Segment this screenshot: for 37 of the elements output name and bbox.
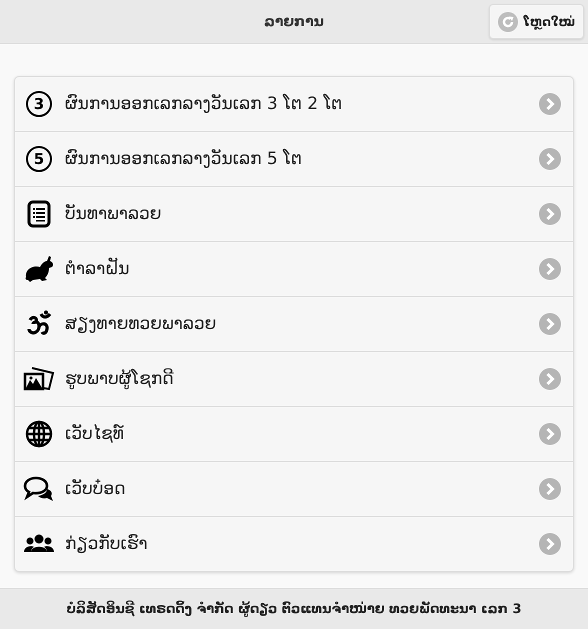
menu-item[interactable]: ຮູບພາບຜູ້ໂຊກດີ xyxy=(15,352,573,407)
menu-item-label: ຮູບພາບຜູ້ໂຊກດີ xyxy=(65,369,175,389)
menu-item-label: ກ່ຽວກັບເຮົາ xyxy=(65,534,149,554)
menu-item-label: ບັນທາພາລວຍ xyxy=(65,204,162,224)
menu-item-label: ເວັບໄຊທ໌ xyxy=(65,424,125,444)
chevron-icon xyxy=(539,368,561,390)
menu-item-label: ເວັບບ໋ອດ xyxy=(65,479,127,499)
menu-item-label: ຕຳລາຝັນ xyxy=(65,259,131,279)
menu-item-label: ຜົນການອອກເລກລາງວັນເລກ 5 ໂຕ xyxy=(65,149,303,169)
menu-item[interactable]: ສຽງທາຍທວຍພາລວຍ xyxy=(15,297,573,352)
chat-icon xyxy=(23,475,55,503)
chevron-icon xyxy=(539,148,561,170)
menu-item-label: ສຽງທາຍທວຍພາລວຍ xyxy=(65,314,218,334)
reload-button[interactable]: ໂຫຼດໃໝ່ xyxy=(488,4,584,39)
number-badge: 5 xyxy=(26,146,52,172)
menu-item[interactable]: 3 ຜົນການອອກເລກລາງວັນເລກ 3 ໂຕ 2 ໂຕ xyxy=(15,77,573,132)
chevron-icon xyxy=(539,478,561,500)
footer-text: ບໍລິສັດອິນຊີ ເທຣດດິ້ງ ຈຳກັດ ຜູ້ດຽວ ຕົວແທນຈຳໜ່າຍ ທວຍພັດທະນາ ເລກ 3 xyxy=(66,602,522,616)
chevron-icon xyxy=(539,258,561,280)
number-badge: 3 xyxy=(26,91,52,117)
menu-item[interactable]: ຕຳລາຝັນ xyxy=(15,242,573,297)
rabbit-icon xyxy=(23,255,55,283)
page-title: ລາຍການ xyxy=(264,14,324,30)
globe-icon xyxy=(23,420,55,448)
menu-item[interactable]: ກ່ຽວກັບເຮົາ xyxy=(15,517,573,571)
reload-icon xyxy=(498,12,518,32)
menu-item-label: ຜົນການອອກເລກລາງວັນເລກ 3 ໂຕ 2 ໂຕ xyxy=(65,94,344,114)
menu-item[interactable]: ເວັບບ໋ອດ xyxy=(15,462,573,517)
chevron-icon xyxy=(539,93,561,115)
chevron-icon xyxy=(539,533,561,555)
menu-item[interactable]: ເວັບໄຊທ໌ xyxy=(15,407,573,462)
photo-icon xyxy=(23,365,55,393)
chevron-icon xyxy=(539,313,561,335)
chevron-icon xyxy=(539,203,561,225)
chevron-icon xyxy=(539,423,561,445)
menu-item[interactable]: 5 ຜົນການອອກເລກລາງວັນເລກ 5 ໂຕ xyxy=(15,132,573,187)
menu-item[interactable]: ບັນທາພາລວຍ xyxy=(15,187,573,242)
